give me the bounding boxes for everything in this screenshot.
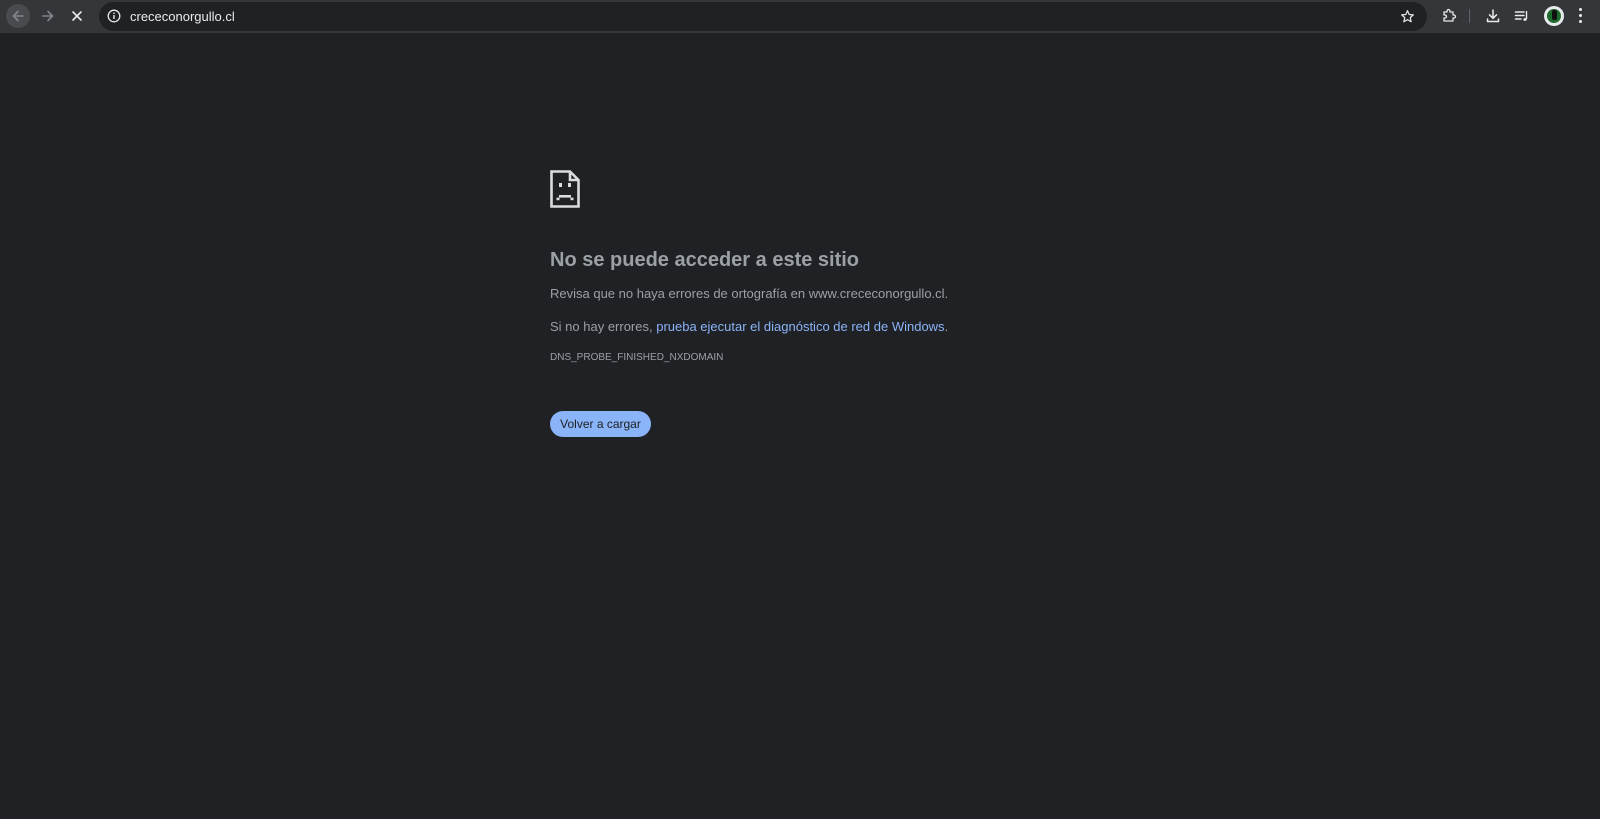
avatar[interactable] bbox=[1544, 6, 1564, 26]
forward-button[interactable] bbox=[36, 4, 60, 28]
info-icon[interactable] bbox=[107, 9, 121, 23]
stop-button[interactable] bbox=[65, 4, 89, 28]
media-controls-button[interactable] bbox=[1513, 7, 1531, 25]
url-text[interactable]: crececonorgullo.cl bbox=[130, 9, 235, 24]
reload-button[interactable]: Volver a cargar bbox=[550, 411, 651, 437]
close-icon bbox=[72, 11, 82, 21]
playlist-icon bbox=[1514, 11, 1528, 21]
diagnostics-hint: Si no hay errores, prueba ejecutar el di… bbox=[550, 319, 948, 335]
diagnostics-prefix: Si no hay errores, bbox=[550, 319, 657, 334]
arrow-right-icon bbox=[42, 10, 54, 22]
browser-toolbar: crececonorgullo.cl bbox=[0, 0, 1600, 33]
puzzle-icon bbox=[1443, 8, 1457, 22]
sad-document-icon bbox=[550, 170, 580, 208]
toolbar-divider bbox=[1469, 9, 1470, 23]
error-title: No se puede acceder a este sitio bbox=[550, 249, 860, 271]
error-code: DNS_PROBE_FINISHED_NXDOMAIN bbox=[550, 352, 724, 363]
download-icon bbox=[1486, 9, 1500, 23]
downloads-button[interactable] bbox=[1484, 7, 1502, 25]
star-icon[interactable] bbox=[1400, 9, 1415, 24]
network-diagnostics-link[interactable]: prueba ejecutar el diagnóstico de red de… bbox=[656, 319, 944, 334]
arrow-left-icon bbox=[12, 10, 24, 22]
diagnostics-suffix: . bbox=[944, 319, 949, 334]
spelling-hint: Revisa que no haya errores de ortografía… bbox=[550, 286, 949, 301]
address-bar[interactable]: crececonorgullo.cl bbox=[99, 2, 1427, 31]
three-dots-icon[interactable] bbox=[1579, 8, 1583, 24]
back-button[interactable] bbox=[6, 4, 30, 28]
extensions-button[interactable] bbox=[1440, 7, 1458, 25]
